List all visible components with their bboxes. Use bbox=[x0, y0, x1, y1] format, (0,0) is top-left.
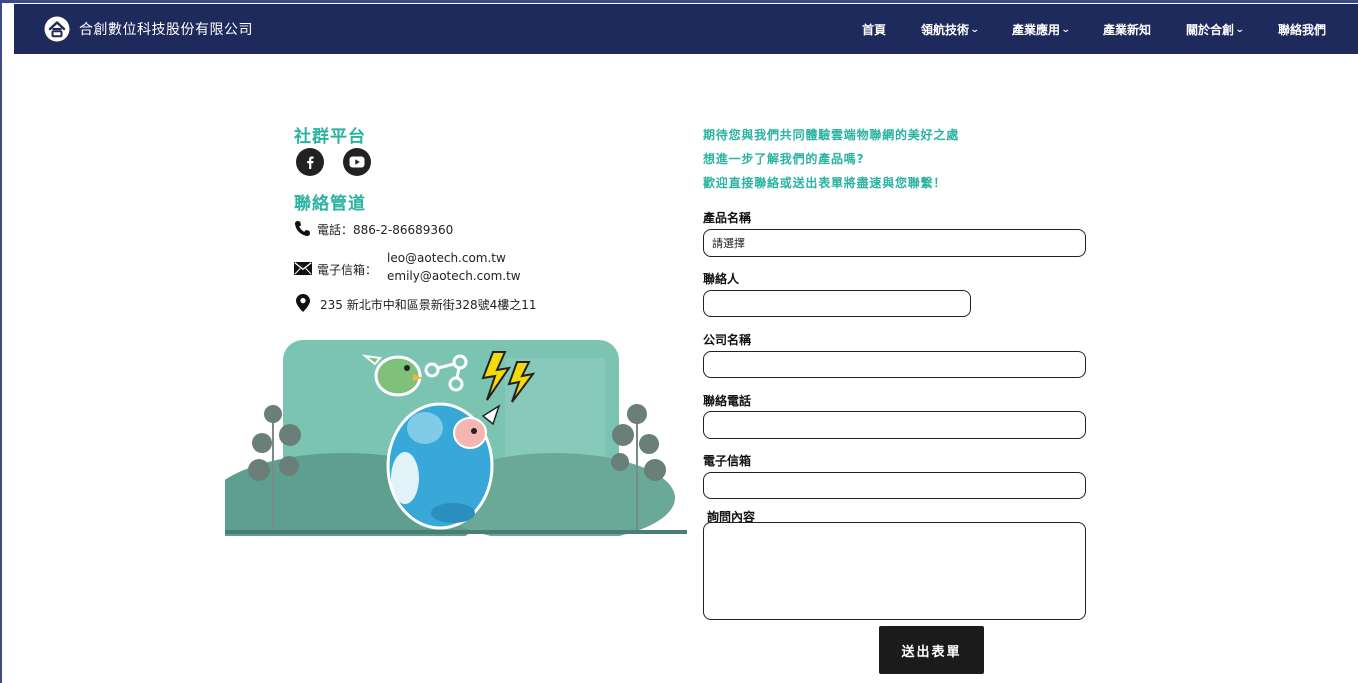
phone-icon bbox=[294, 221, 310, 237]
social-section-title: 社群平台 bbox=[294, 127, 366, 147]
intro-line: 期待您與我們共同體驗雲端物聯網的美好之處 bbox=[703, 128, 960, 142]
brand-name: 合創數位科技股份有限公司 bbox=[79, 22, 253, 38]
email-field-label: 電子信箱 bbox=[703, 454, 752, 468]
nav-item-label: 領航技術 bbox=[921, 23, 970, 37]
nav-item-home[interactable]: 首頁 bbox=[862, 21, 886, 38]
youtube-icon[interactable] bbox=[343, 148, 371, 176]
nav-item-applications[interactable]: 產業應用 ⌄ bbox=[1012, 21, 1071, 38]
inquiry-textarea[interactable] bbox=[703, 522, 1086, 620]
window-frame-top bbox=[0, 0, 1358, 3]
chevron-down-icon: ⌄ bbox=[969, 24, 980, 35]
brand-home-link[interactable]: 合創數位科技股份有限公司 bbox=[44, 12, 253, 46]
intro-line: 想進一步了解我們的產品嗎? bbox=[703, 152, 865, 166]
company-label: 公司名稱 bbox=[703, 333, 752, 347]
nav-item-label: 聯絡我們 bbox=[1278, 23, 1327, 37]
nav-item-label: 產業應用 bbox=[1012, 23, 1061, 37]
chevron-down-icon: ⌄ bbox=[1234, 24, 1245, 35]
facebook-icon[interactable] bbox=[296, 148, 324, 176]
submit-button[interactable]: 送出表單 bbox=[879, 626, 984, 674]
contact-person-input[interactable] bbox=[703, 290, 971, 317]
location-pin-icon bbox=[296, 294, 310, 312]
email-link[interactable]: emily@aotech.com.tw bbox=[387, 269, 521, 283]
top-navbar: 合創數位科技股份有限公司 首頁 領航技術 ⌄ 產業應用 ⌄ 產業新知 關於合創 … bbox=[14, 4, 1358, 54]
nav-item-label: 關於合創 bbox=[1186, 23, 1235, 37]
mascot-illustration bbox=[225, 340, 687, 536]
envelope-icon bbox=[294, 262, 312, 275]
nav-item-contact[interactable]: 聯絡我們 bbox=[1278, 21, 1326, 38]
nav-item-about[interactable]: 關於合創 ⌄ bbox=[1186, 21, 1245, 38]
nav-item-label: 首頁 bbox=[862, 23, 887, 37]
chevron-down-icon: ⌄ bbox=[1060, 24, 1071, 35]
window-frame-left bbox=[0, 0, 2, 683]
product-select[interactable]: 請選擇 bbox=[703, 229, 1086, 257]
product-label: 產品名稱 bbox=[703, 211, 752, 225]
email-link[interactable]: leo@aotech.com.tw bbox=[387, 251, 506, 265]
company-input[interactable] bbox=[703, 351, 1086, 378]
nav-item-technology[interactable]: 領航技術 ⌄ bbox=[921, 21, 980, 38]
contact-section-title: 聯絡管道 bbox=[294, 194, 366, 214]
intro-line: 歡迎直接聯絡或送出表單將盡速與您聯繫！ bbox=[703, 176, 947, 190]
nav-item-news[interactable]: 產業新知 bbox=[1103, 21, 1151, 38]
product-select-value: 請選擇 bbox=[712, 237, 745, 250]
phone-input[interactable] bbox=[703, 411, 1086, 439]
phone-label: 聯絡電話 bbox=[703, 394, 752, 408]
company-logo-icon bbox=[44, 16, 70, 42]
nav-item-label: 產業新知 bbox=[1103, 23, 1152, 37]
email-input[interactable] bbox=[703, 472, 1086, 499]
address-text: 235 新北市中和區景新街328號4樓之11 bbox=[320, 298, 537, 312]
contact-person-label: 聯絡人 bbox=[703, 272, 740, 286]
email-label: 電子信箱： bbox=[317, 263, 378, 277]
phone-text: 電話：886-2-86689360 bbox=[317, 223, 454, 237]
